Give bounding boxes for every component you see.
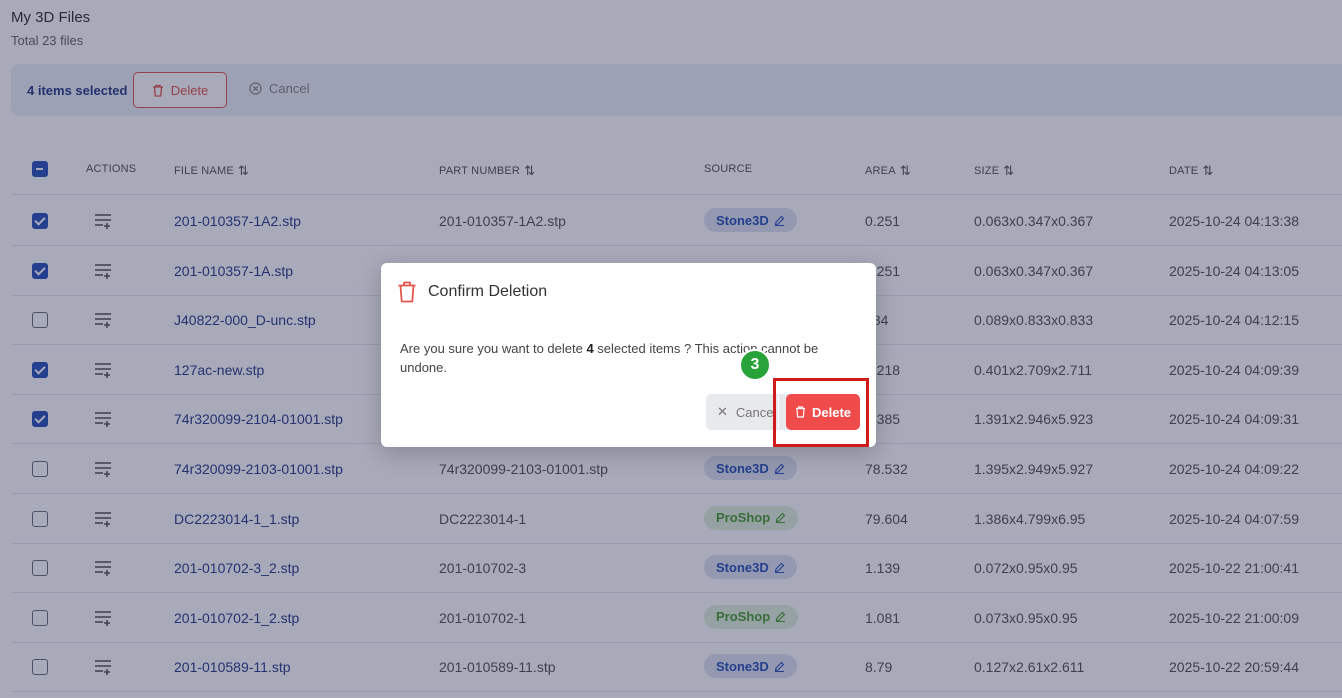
dialog-title: Confirm Deletion [428,283,548,300]
dialog-cancel-label: Cancel [735,404,777,420]
dialog-message-start: Are you sure you want to delete [400,341,587,356]
step-badge: 3 [739,349,771,381]
dialog-count: 4 [586,341,594,356]
highlight-box [773,378,869,447]
close-icon: ✕ [717,404,728,419]
trash-icon [398,281,416,303]
dialog-message: Are you sure you want to delete 4 select… [400,339,840,377]
